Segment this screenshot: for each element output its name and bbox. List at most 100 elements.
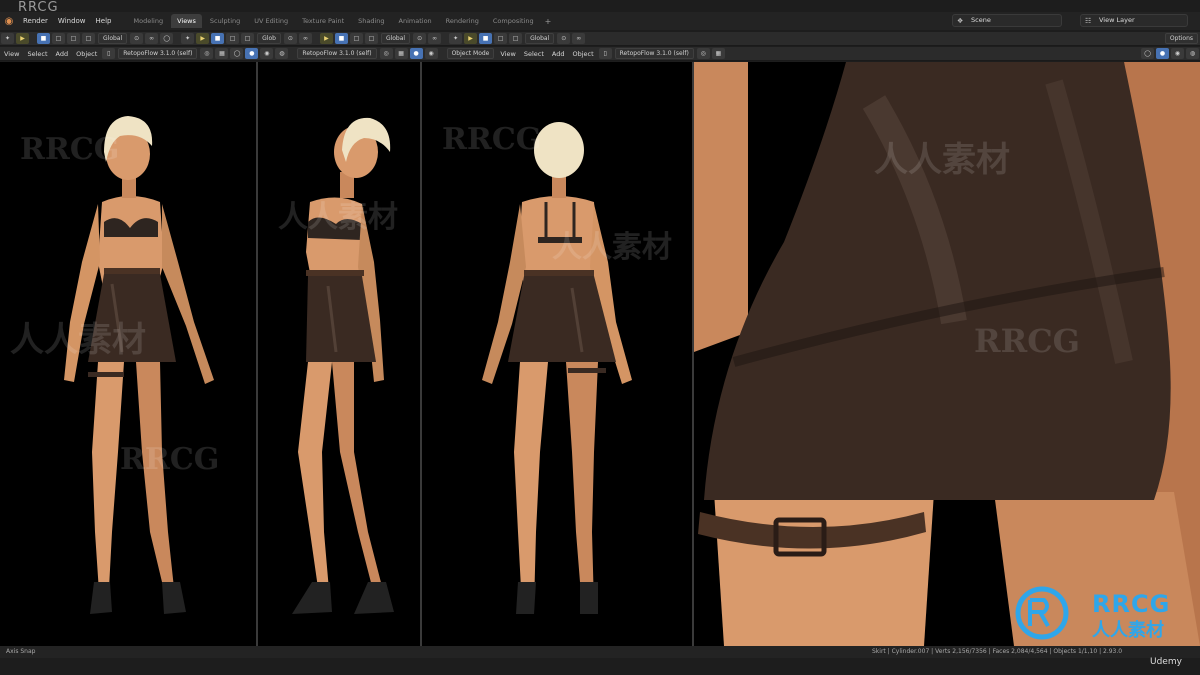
shading-wire-icon-4[interactable]: ◯ — [1141, 48, 1154, 59]
pivot-icon-4[interactable]: ⊙ — [557, 33, 571, 44]
collection-icon-2[interactable]: ▯ — [598, 48, 612, 59]
shading-render-icon[interactable]: ◍ — [275, 48, 289, 59]
select-mode-subtract-icon[interactable]: □ — [67, 33, 80, 44]
brand-watermark: RRCG 人人素材 — [1010, 586, 1195, 641]
select-mode-new-icon-3[interactable]: ■ — [334, 33, 348, 44]
select-mode-extend-icon-2[interactable]: □ — [226, 33, 240, 44]
add-workspace-icon[interactable]: + — [541, 17, 556, 26]
shading-material-icon-2[interactable]: ◉ — [424, 48, 438, 59]
orientation-dropdown-1[interactable]: Global — [98, 33, 128, 44]
select-mode-subtract-icon-3[interactable]: □ — [364, 33, 378, 44]
brand-name: RRCG — [1092, 590, 1171, 618]
play-icon-3[interactable]: ▶ — [319, 33, 333, 44]
select-mode-subtract-icon-2[interactable]: □ — [241, 33, 255, 44]
snap-icon-2[interactable]: ∞ — [298, 33, 312, 44]
vh-select-menu-2[interactable]: Select — [520, 47, 548, 60]
tab-sculpting[interactable]: Sculpting — [204, 14, 246, 28]
select-mode-invert-icon[interactable]: □ — [82, 33, 95, 44]
menu-help[interactable]: Help — [91, 12, 117, 30]
select-mode-extend-icon[interactable]: □ — [52, 33, 65, 44]
xray-icon-3[interactable]: ▦ — [711, 48, 725, 59]
scene-selector[interactable]: ❖ Scene — [952, 14, 1062, 27]
select-mode-subtract-icon-4[interactable]: □ — [509, 33, 523, 44]
play-icon[interactable]: ▶ — [16, 33, 29, 44]
tab-uv-editing[interactable]: UV Editing — [248, 14, 294, 28]
xray-icon[interactable]: ▦ — [215, 48, 229, 59]
vh-object-menu-2[interactable]: Object — [568, 47, 597, 60]
status-left-text: Axis Snap — [6, 648, 36, 655]
view-layer-label: View Layer — [1099, 16, 1135, 24]
object-mode-dropdown[interactable]: Object Mode — [446, 48, 495, 59]
tool-select-icon-2[interactable]: ✦ — [181, 33, 195, 44]
select-mode-new-icon[interactable]: ■ — [37, 33, 50, 44]
proportional-edit-icon[interactable]: ◯ — [160, 33, 174, 44]
character-side-view — [292, 117, 394, 614]
status-right-text: Skirt | Cylinder.007 | Verts 2,156/7356 … — [872, 648, 1123, 655]
tool-select-icon-4[interactable]: ✦ — [449, 33, 463, 44]
pivot-icon[interactable]: ⊙ — [130, 33, 144, 44]
menu-render[interactable]: Render — [18, 12, 53, 30]
character-back-view — [482, 122, 632, 614]
retopo-dropdown-1[interactable]: RetopoFlow 3.1.0 (self) — [118, 48, 198, 59]
tab-views[interactable]: Views — [171, 14, 202, 28]
pivot-icon-2[interactable]: ⊙ — [283, 33, 297, 44]
viewport-back[interactable]: RRCG 人人素材 — [422, 62, 692, 646]
overlay-icon-3[interactable]: ◎ — [696, 48, 710, 59]
vh-view-menu[interactable]: View — [0, 47, 23, 60]
vh-add-menu-2[interactable]: Add — [548, 47, 569, 60]
viewport-closeup[interactable]: 人人素材 RRCG — [694, 62, 1200, 646]
tab-texture-paint[interactable]: Texture Paint — [296, 14, 350, 28]
top-menu-bar: ◉ Render Window Help Modeling Views Scul… — [0, 12, 1200, 30]
view-layer-icon: ☷ — [1085, 17, 1092, 25]
menu-window[interactable]: Window — [53, 12, 91, 30]
snap-icon-3[interactable]: ∞ — [428, 33, 442, 44]
retopo-dropdown-3[interactable]: RetopoFlow 3.1.0 (self) — [614, 48, 694, 59]
play-icon-4[interactable]: ▶ — [464, 33, 478, 44]
skirt-closeup-render — [694, 62, 1200, 646]
view-layer-selector[interactable]: ☷ View Layer — [1080, 14, 1188, 27]
play-icon-2[interactable]: ▶ — [196, 33, 210, 44]
snap-icon[interactable]: ∞ — [145, 33, 159, 44]
vh-select-menu[interactable]: Select — [23, 47, 51, 60]
orientation-dropdown-4[interactable]: Global — [525, 33, 555, 44]
select-mode-new-icon-2[interactable]: ■ — [211, 33, 225, 44]
blender-logo-icon[interactable]: ◉ — [0, 12, 18, 30]
scene-icon: ❖ — [957, 17, 964, 25]
shading-material-icon[interactable]: ◉ — [260, 48, 274, 59]
viewport-front[interactable]: RRCG 人人素材 RRCG — [0, 62, 256, 646]
snap-icon-4[interactable]: ∞ — [572, 33, 586, 44]
options-dropdown[interactable]: Options — [1164, 33, 1198, 44]
tab-modeling[interactable]: Modeling — [128, 14, 170, 28]
retopo-dropdown-2[interactable]: RetopoFlow 3.1.0 (self) — [297, 48, 377, 59]
pivot-icon-3[interactable]: ⊙ — [413, 33, 427, 44]
shading-wire-icon[interactable]: ◯ — [230, 48, 244, 59]
viewport-header: View Select Add Object ▯ RetopoFlow 3.1.… — [0, 47, 1200, 61]
tool-select-icon[interactable]: ✦ — [1, 33, 14, 44]
brand-logo-icon — [1015, 586, 1069, 640]
tab-compositing[interactable]: Compositing — [487, 14, 540, 28]
shading-render-icon-4[interactable]: ◍ — [1186, 48, 1199, 59]
overlay-icon-2[interactable]: ◎ — [379, 48, 393, 59]
shading-solid-icon-2[interactable]: ● — [409, 48, 423, 59]
tab-rendering[interactable]: Rendering — [440, 14, 485, 28]
orientation-dropdown-3[interactable]: Global — [380, 33, 411, 44]
select-mode-new-icon-4[interactable]: ■ — [479, 33, 493, 44]
overlay-icon[interactable]: ◎ — [200, 48, 214, 59]
tab-animation[interactable]: Animation — [393, 14, 438, 28]
tab-shading[interactable]: Shading — [352, 14, 390, 28]
select-mode-extend-icon-4[interactable]: □ — [494, 33, 508, 44]
shading-solid-icon[interactable]: ● — [245, 48, 259, 59]
collection-icon[interactable]: ▯ — [102, 48, 116, 59]
shading-solid-icon-4[interactable]: ● — [1156, 48, 1169, 59]
vh-object-menu[interactable]: Object — [72, 47, 101, 60]
vh-add-menu[interactable]: Add — [52, 47, 73, 60]
vh-view-menu-2[interactable]: View — [496, 47, 519, 60]
shading-material-icon-4[interactable]: ◉ — [1171, 48, 1184, 59]
orientation-dropdown-2[interactable]: Glob — [257, 33, 281, 44]
xray-icon-2[interactable]: ▦ — [394, 48, 408, 59]
tool-header: ✦ ▶ ■ □ □ □ Global ⊙ ∞ ◯ ✦ ▶ ■ □ □ Glob … — [0, 32, 1200, 46]
status-bar: Axis Snap Skirt | Cylinder.007 | Verts 2… — [0, 646, 1200, 658]
select-mode-extend-icon-3[interactable]: □ — [349, 33, 363, 44]
udemy-credit: Udemy — [1150, 657, 1182, 667]
viewport-side[interactable]: 人人素材 — [258, 62, 420, 646]
